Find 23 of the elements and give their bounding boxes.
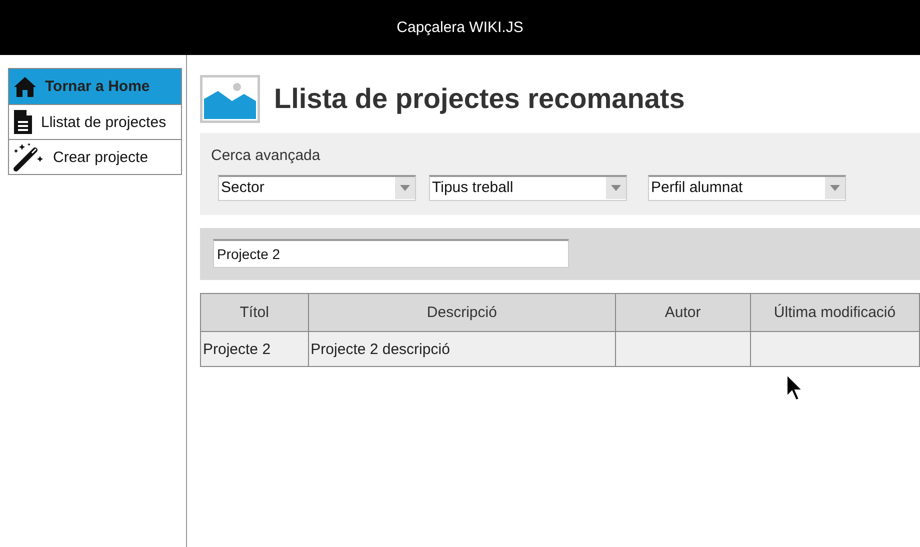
- home-icon: [13, 76, 37, 98]
- sidebar-item[interactable]: Crear projecte: [9, 139, 181, 174]
- filter-dropdown[interactable]: Perfil alumnat: [648, 175, 846, 201]
- caret-icon: [611, 185, 621, 191]
- filter-dropdown[interactable]: Sector: [218, 175, 416, 201]
- filter-dropdown[interactable]: Tipus treball: [429, 175, 627, 201]
- caret-icon: [400, 185, 410, 191]
- column-header: Títol: [200, 294, 308, 332]
- advanced-search-label: Cerca avançada: [211, 147, 322, 164]
- column-header: Descripció: [308, 294, 616, 332]
- magic-wand-icon: [13, 142, 45, 172]
- search-field[interactable]: Projecte 2: [213, 239, 569, 268]
- mouse-cursor-icon: [786, 374, 804, 402]
- table-cell: Projecte 2: [200, 332, 308, 366]
- column-header: Última modificació: [750, 294, 920, 332]
- table-cell: Projecte 2 descripció: [308, 332, 616, 366]
- column-header: Autor: [616, 294, 750, 332]
- document-icon: [13, 109, 33, 135]
- sidebar-item[interactable]: Tornar a Home: [9, 69, 181, 104]
- page-title: Llista de projectes recomanats: [274, 83, 685, 115]
- image-icon: [200, 75, 260, 123]
- caret-icon: [830, 185, 840, 191]
- header-title: Capçalera WIKI.JS: [396, 19, 524, 36]
